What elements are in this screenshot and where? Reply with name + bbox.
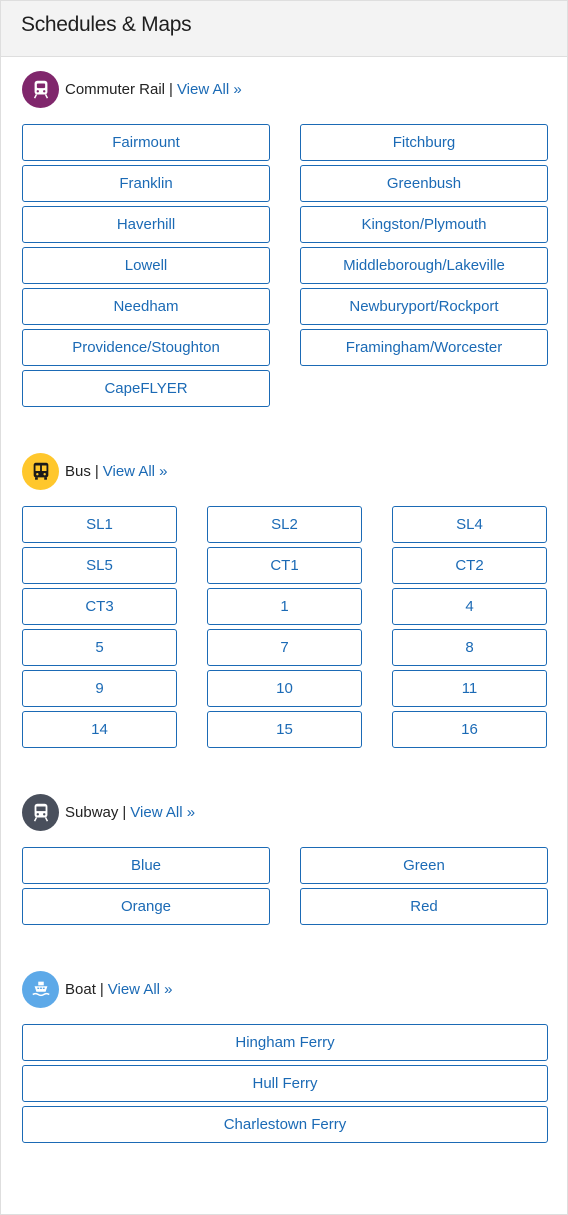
route-button[interactable]: Providence/Stoughton (22, 329, 270, 366)
commuter-rail-heading: Commuter Rail | View All » (22, 69, 548, 109)
ferry-icon (22, 970, 59, 1008)
route-button[interactable]: SL1 (22, 506, 177, 543)
subway-icon (22, 793, 59, 831)
bus-icon (22, 452, 59, 490)
route-button[interactable]: CT1 (207, 547, 362, 584)
boat-section: Boat | View All » Hingham Ferry Hull Fer… (22, 969, 548, 1143)
route-button[interactable]: 4 (392, 588, 547, 625)
route-button[interactable]: 14 (22, 711, 177, 748)
separator: | (122, 803, 127, 821)
route-button[interactable]: CT3 (22, 588, 177, 625)
bus-heading: Bus | View All » (22, 451, 548, 491)
route-button[interactable]: Middleborough/Lakeville (300, 247, 548, 284)
subway-heading: Subway | View All » (22, 792, 548, 832)
route-button[interactable]: 9 (22, 670, 177, 707)
route-button[interactable]: Haverhill (22, 206, 270, 243)
page-title: Schedules & Maps (21, 13, 192, 36)
route-button[interactable]: SL4 (392, 506, 547, 543)
route-button[interactable]: Kingston/Plymouth (300, 206, 548, 243)
view-all-commuter-rail-link[interactable]: View All » (177, 81, 242, 98)
route-button[interactable]: Needham (22, 288, 270, 325)
route-button[interactable]: Fairmount (22, 124, 270, 161)
route-button[interactable]: Hingham Ferry (22, 1024, 548, 1061)
route-button[interactable]: 10 (207, 670, 362, 707)
route-button[interactable]: Franklin (22, 165, 270, 202)
route-button[interactable]: Green (300, 847, 548, 884)
route-button[interactable]: Hull Ferry (22, 1065, 548, 1102)
view-all-bus-link[interactable]: View All » (103, 463, 168, 480)
route-button[interactable]: Framingham/Worcester (300, 329, 548, 366)
route-button[interactable]: CapeFLYER (22, 370, 270, 407)
section-label: Boat (65, 980, 96, 998)
route-button[interactable]: Newburyport/Rockport (300, 288, 548, 325)
commuter-rail-section: Commuter Rail | View All » Fairmount Fit… (22, 69, 548, 407)
section-label: Commuter Rail (65, 80, 166, 98)
route-button[interactable]: CT2 (392, 547, 547, 584)
bus-route-grid: SL1 SL2 SL4 SL5 CT1 CT2 CT3 1 4 5 7 8 9 … (22, 506, 547, 748)
section-label: Subway (65, 803, 119, 821)
view-all-boat-link[interactable]: View All » (108, 981, 173, 998)
route-button[interactable]: 8 (392, 629, 547, 666)
route-button[interactable]: 16 (392, 711, 547, 748)
separator: | (99, 980, 104, 998)
route-button[interactable]: 15 (207, 711, 362, 748)
boat-heading: Boat | View All » (22, 969, 548, 1009)
route-button[interactable]: Greenbush (300, 165, 548, 202)
view-all-subway-link[interactable]: View All » (130, 804, 195, 821)
commuter-rail-icon (22, 70, 59, 108)
route-button[interactable]: Charlestown Ferry (22, 1106, 548, 1143)
route-button[interactable]: SL2 (207, 506, 362, 543)
separator: | (94, 462, 99, 480)
route-button[interactable]: 5 (22, 629, 177, 666)
subway-section: Subway | View All » Blue Green Orange Re… (22, 792, 548, 925)
route-button[interactable]: Fitchburg (300, 124, 548, 161)
section-label: Bus (65, 462, 91, 480)
route-button[interactable]: 1 (207, 588, 362, 625)
route-button[interactable]: Orange (22, 888, 270, 925)
panel-header: Schedules & Maps (1, 1, 567, 57)
separator: | (169, 80, 173, 98)
commuter-rail-route-grid: Fairmount Fitchburg Franklin Greenbush H… (22, 124, 548, 407)
bus-section: Bus | View All » SL1 SL2 SL4 SL5 CT1 CT2… (22, 451, 548, 748)
route-button[interactable]: Blue (22, 847, 270, 884)
schedules-panel: Schedules & Maps Commuter Rail | View Al… (0, 0, 568, 1215)
boat-route-grid: Hingham Ferry Hull Ferry Charlestown Fer… (22, 1024, 548, 1143)
subway-route-grid: Blue Green Orange Red (22, 847, 548, 925)
route-button[interactable]: 11 (392, 670, 547, 707)
route-button[interactable]: Lowell (22, 247, 270, 284)
route-button[interactable]: Red (300, 888, 548, 925)
route-button[interactable]: 7 (207, 629, 362, 666)
route-button[interactable]: SL5 (22, 547, 177, 584)
